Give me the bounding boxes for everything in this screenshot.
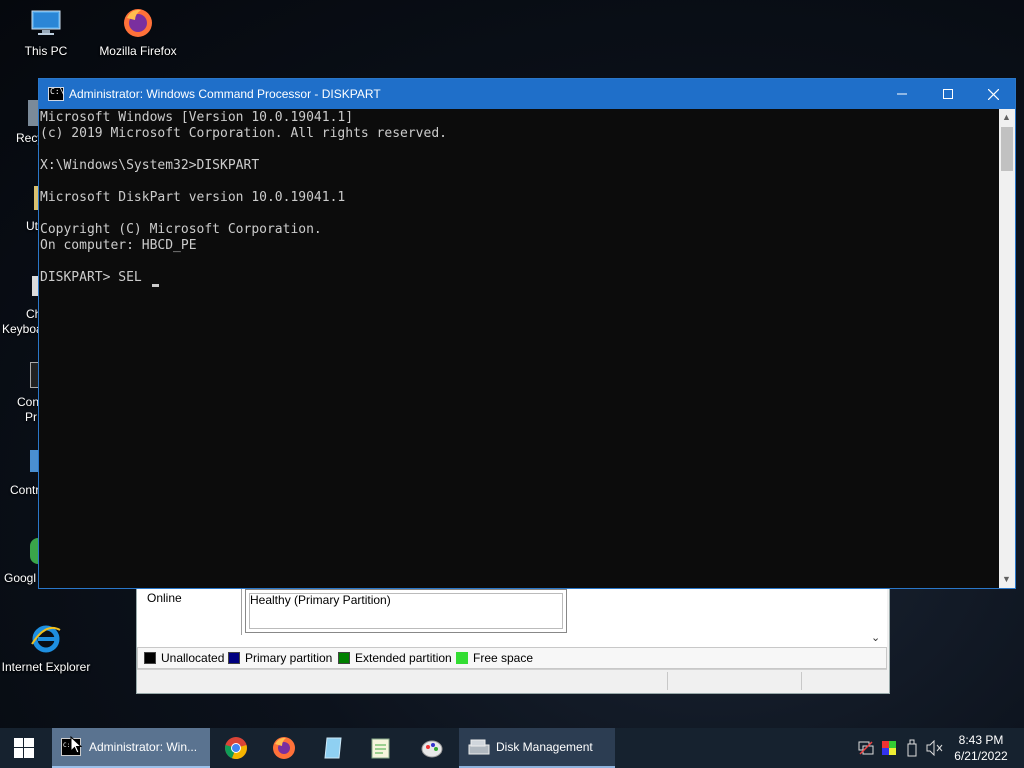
clock-time: 8:43 PM (958, 733, 1004, 747)
console-line: Microsoft Windows [Version 10.0.19041.1] (40, 110, 354, 125)
legend-free-space: Free space (456, 651, 533, 665)
disk-row: Online Healthy (Primary Partition) ⌄ (137, 589, 887, 648)
desktop-icon-internet-explorer[interactable]: Internet Explorer (0, 622, 92, 674)
paint-icon (421, 740, 443, 758)
legend-label-unallocated: Unallocated (161, 651, 225, 665)
disk-row-divider (241, 589, 242, 635)
legend-swatch-extended (338, 652, 350, 664)
console-prompt-line: DISKPART> SEL (40, 270, 150, 285)
console-line: Microsoft DiskPart version 10.0.19041.1 (40, 190, 346, 205)
partition-health: Healthy (Primary Partition) (250, 593, 391, 607)
maximize-button[interactable] (925, 79, 971, 109)
command-prompt-label-1: Con (17, 395, 40, 409)
console-line: (c) 2019 Microsoft Corporation. All righ… (40, 126, 447, 141)
taskbar-pin-paint[interactable] (408, 728, 456, 768)
legend-primary: Primary partition (228, 651, 332, 665)
legend-unallocated: Unallocated (144, 651, 224, 665)
network-icon (858, 741, 874, 755)
legend-label-extended: Extended partition (355, 651, 452, 665)
this-pc-icon (31, 10, 61, 35)
console-line: X:\Windows\System32>DISKPART (40, 158, 260, 173)
scroll-down-icon[interactable]: ▼ (1002, 574, 1011, 584)
desktop-icon-google-chrome-partial[interactable] (30, 538, 38, 564)
disk-management-icon (468, 739, 490, 755)
scroll-up-icon[interactable]: ▲ (1002, 112, 1011, 122)
mouse-pointer-icon (70, 736, 82, 754)
taskbar-pin-chrome[interactable] (212, 728, 260, 768)
taskbar-pin-editor[interactable] (357, 728, 405, 768)
desktop-icon-recycle-bin-partial[interactable] (28, 100, 38, 126)
minimize-button[interactable] (879, 79, 925, 109)
text-editor-icon (371, 738, 390, 759)
maximize-icon (943, 89, 953, 99)
console-scrollbar[interactable]: ▲ ▼ (999, 109, 1015, 588)
chevron-down-icon[interactable]: ⌄ (871, 631, 880, 644)
utility-label: Ut (26, 219, 38, 233)
taskbar-pin-firefox[interactable] (260, 728, 308, 768)
notepad-icon (324, 737, 342, 759)
taskbar-item-label: Administrator: Win... (89, 740, 198, 754)
desktop-icon-firefox[interactable]: Mozilla Firefox (92, 6, 184, 58)
firefox-label: Mozilla Firefox (99, 44, 177, 58)
legend-label-free-space: Free space (473, 651, 534, 665)
partition-legend: Unallocated Primary partition Extended p… (137, 647, 887, 669)
statusbar-separator (801, 672, 802, 690)
legend-extended: Extended partition (338, 651, 452, 665)
taskbar-item-disk-management[interactable]: Disk Management (459, 728, 615, 768)
internet-explorer-label: Internet Explorer (1, 660, 91, 674)
taskbar-pin-notes[interactable] (309, 728, 357, 768)
text-cursor (152, 284, 159, 287)
close-icon (987, 88, 999, 100)
tray-display[interactable] (879, 728, 899, 768)
taskbar-item-label: Disk Management (496, 740, 593, 754)
legend-label-primary: Primary partition (245, 651, 333, 665)
this-pc-label: This PC (24, 44, 68, 58)
console-output[interactable]: Microsoft Windows [Version 10.0.19041.1]… (39, 109, 999, 588)
desktop-icon-control-panel-partial[interactable] (30, 450, 38, 472)
console-line: Copyright (C) Microsoft Corporation. (40, 222, 322, 237)
command-prompt-label-2: Pr (25, 410, 37, 424)
window-title: Administrator: Windows Command Processor… (69, 87, 381, 101)
tray-volume[interactable] (925, 728, 945, 768)
legend-swatch-free-space (456, 652, 468, 664)
disk-management-window[interactable]: Online Healthy (Primary Partition) ⌄ Una… (136, 588, 890, 694)
windows-logo-icon (14, 738, 34, 758)
firefox-icon (124, 9, 152, 37)
statusbar-separator (667, 672, 668, 690)
close-button[interactable] (970, 79, 1016, 109)
taskbar-clock[interactable]: 8:43 PM 6/21/2022 (946, 732, 1016, 764)
start-button[interactable] (0, 728, 48, 768)
legend-swatch-primary (228, 652, 240, 664)
taskbar: C:\ Administrator: Win... Disk Managemen… (0, 728, 1024, 768)
command-prompt-titlebar[interactable]: C:\ Administrator: Windows Command Proce… (39, 79, 1015, 109)
command-prompt-window[interactable]: C:\ Administrator: Windows Command Proce… (38, 78, 1016, 589)
internet-explorer-icon (31, 625, 61, 653)
google-chrome-label: Googl (4, 571, 37, 585)
display-color-icon (882, 741, 896, 755)
chrome-icon (225, 737, 247, 760)
disk-status: Online (147, 591, 182, 605)
tray-network[interactable] (856, 728, 876, 768)
minimize-icon (897, 93, 907, 95)
control-panel-label: Contr (10, 483, 40, 497)
usb-drive-icon (907, 739, 917, 757)
console-line: On computer: HBCD_PE (40, 238, 197, 253)
desktop-icon-this-pc[interactable]: This PC (0, 6, 92, 58)
keyboard-label-2: Keyboa (2, 322, 43, 336)
command-prompt-icon: C:\ (48, 87, 64, 101)
volume-muted-icon (926, 740, 943, 756)
disk-management-statusbar (137, 669, 887, 692)
legend-swatch-unallocated (144, 652, 156, 664)
tray-usb[interactable] (902, 728, 922, 768)
firefox-icon (273, 737, 295, 759)
clock-date: 6/21/2022 (954, 749, 1008, 763)
scrollbar-thumb[interactable] (1001, 127, 1013, 171)
